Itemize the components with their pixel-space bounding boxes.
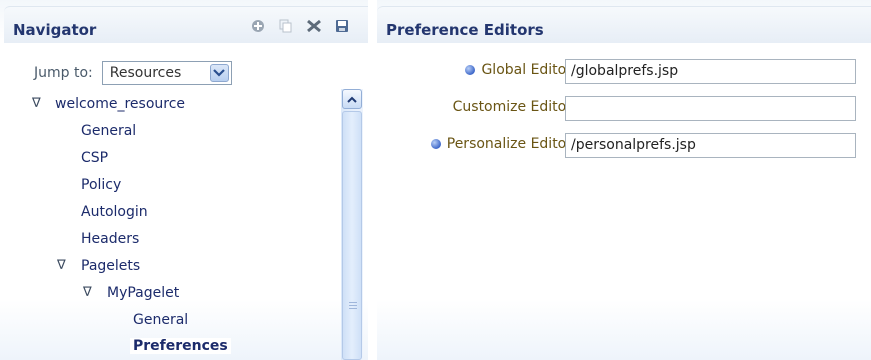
tree-node-autologin[interactable]: Autologin bbox=[81, 204, 148, 220]
jump-to-select[interactable]: Resources bbox=[101, 61, 232, 85]
chevron-down-icon[interactable] bbox=[209, 64, 229, 82]
required-indicator-icon bbox=[430, 139, 441, 149]
preference-editors-title: Preference Editors bbox=[386, 21, 544, 39]
jump-to-value: Resources bbox=[109, 65, 182, 81]
expand-triangle-icon[interactable]: ∇ bbox=[83, 285, 92, 300]
tree-node-mypagelet[interactable]: MyPagelet bbox=[107, 285, 179, 301]
customize-editor-field[interactable] bbox=[565, 96, 856, 121]
tree-node-preferences[interactable]: Preferences bbox=[130, 338, 231, 354]
navigator-header: Navigator bbox=[4, 6, 368, 43]
add-icon[interactable] bbox=[250, 18, 266, 34]
save-icon[interactable] bbox=[334, 18, 350, 34]
delete-icon[interactable] bbox=[306, 18, 322, 34]
scrollbar-thumb[interactable] bbox=[342, 111, 362, 360]
preference-editors-panel: Preference Editors Global Editor /global… bbox=[377, 0, 871, 360]
required-indicator-icon bbox=[465, 65, 476, 75]
preference-editors-header: Preference Editors bbox=[377, 6, 871, 43]
tree-scrollbar[interactable] bbox=[341, 89, 363, 360]
navigator-title: Navigator bbox=[13, 21, 97, 39]
expand-triangle-icon[interactable]: ∇ bbox=[32, 96, 41, 111]
personalize-editor-field[interactable]: /personalprefs.jsp bbox=[565, 133, 856, 158]
grip-icon bbox=[349, 302, 357, 311]
tree-node-pagelets[interactable]: Pagelets bbox=[81, 258, 140, 274]
tree-node-general[interactable]: General bbox=[133, 312, 188, 328]
expand-triangle-icon[interactable]: ∇ bbox=[57, 258, 66, 273]
navigator-toolbar bbox=[250, 18, 350, 34]
global-editor-label: Global Editor bbox=[481, 62, 572, 78]
personalize-editor-row: Personalize Editor bbox=[430, 136, 572, 152]
personalize-editor-label: Personalize Editor bbox=[446, 136, 572, 152]
tree-node-csp[interactable]: CSP bbox=[81, 150, 108, 166]
tree-node-policy[interactable]: Policy bbox=[81, 177, 121, 193]
jump-to-label: Jump to: bbox=[34, 65, 93, 81]
tree-node-headers[interactable]: Headers bbox=[81, 231, 139, 247]
global-editor-row: Global Editor bbox=[465, 62, 572, 78]
jump-to-row: Jump to: Resources bbox=[34, 61, 232, 85]
scroll-up-button[interactable] bbox=[342, 89, 362, 109]
tree-node-welcome-resource[interactable]: welcome_resource bbox=[55, 96, 185, 112]
customize-editor-label: Customize Editor bbox=[452, 99, 572, 115]
copy-icon[interactable] bbox=[278, 18, 294, 34]
tree-node-general[interactable]: General bbox=[81, 123, 136, 139]
navigator-panel: Navigator Jump to: Resources ∇ welcome_r… bbox=[0, 0, 368, 360]
global-editor-field[interactable]: /globalprefs.jsp bbox=[565, 59, 856, 84]
customize-editor-row: Customize Editor bbox=[453, 99, 572, 115]
